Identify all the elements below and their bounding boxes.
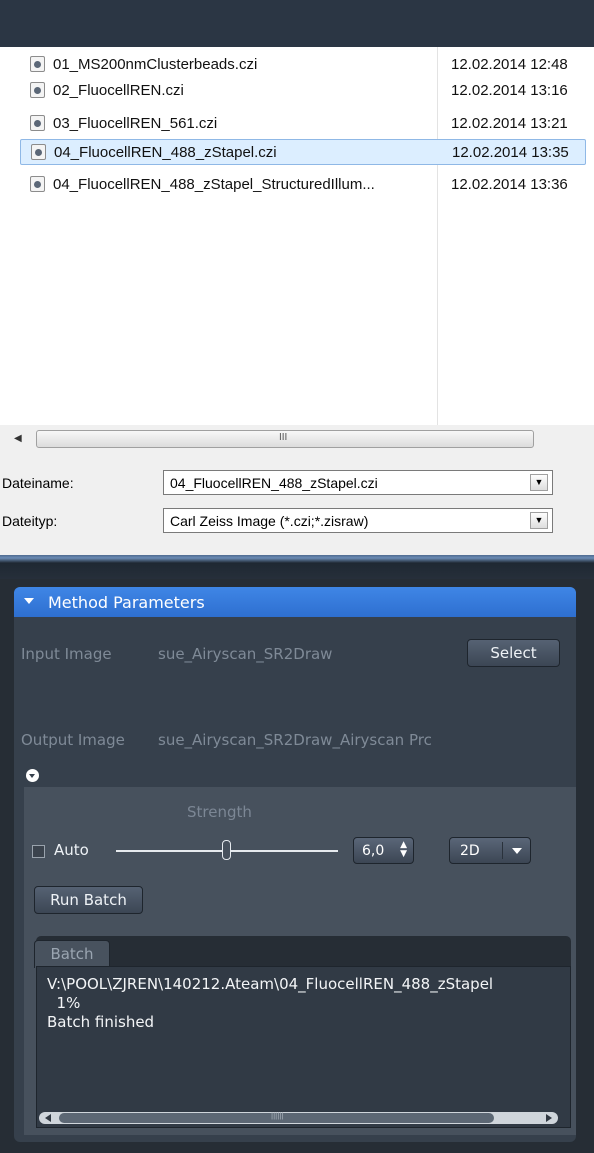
processing-settings: Strength Auto 6,0 ▲ ▼ 2D Run Batch Batch … bbox=[24, 787, 576, 1135]
filetype-select[interactable]: Carl Zeiss Image (*.czi;*.zisraw) ▼ bbox=[163, 508, 553, 533]
hscroll-grip: III bbox=[279, 432, 288, 443]
output-image-label: Output Image bbox=[21, 731, 125, 749]
run-batch-button[interactable]: Run Batch bbox=[34, 886, 143, 914]
file-row-selected[interactable]: 04_FluocellREN_488_zStapel.czi 12.02.201… bbox=[20, 139, 586, 165]
spin-arrows-icon[interactable]: ▲ ▼ bbox=[400, 841, 407, 859]
czi-file-icon bbox=[30, 115, 45, 131]
filetype-label: Dateityp: bbox=[2, 513, 58, 529]
scroll-right-arrow-icon[interactable] bbox=[546, 1114, 552, 1122]
strength-label: Strength bbox=[187, 803, 252, 821]
strength-value: 6,0 bbox=[362, 843, 385, 859]
czi-file-icon bbox=[30, 176, 45, 192]
tab-batch[interactable]: Batch bbox=[34, 940, 110, 968]
file-form: Dateiname: 04_FluocellREN_488_zStapel.cz… bbox=[0, 454, 594, 555]
file-name: 04_FluocellREN_488_zStapel_StructuredIll… bbox=[53, 176, 375, 193]
select-separator bbox=[502, 842, 503, 859]
file-row[interactable]: 01_MS200nmClusterbeads.czi 12.02.2014 12… bbox=[20, 52, 586, 78]
auto-label: Auto bbox=[54, 841, 89, 859]
file-date: 12.02.2014 12:48 bbox=[451, 56, 568, 73]
hscroll-thumb[interactable]: III bbox=[36, 430, 534, 448]
output-image-value: sue_Airyscan_SR2Draw_Airyscan Prc bbox=[158, 731, 432, 749]
window-divider bbox=[0, 555, 594, 579]
auto-checkbox[interactable] bbox=[32, 845, 45, 858]
filename-value: 04_FluocellREN_488_zStapel.czi bbox=[170, 475, 378, 491]
filename-label: Dateiname: bbox=[2, 475, 74, 491]
filetype-value: Carl Zeiss Image (*.czi;*.zisraw) bbox=[170, 513, 369, 529]
log-hscrollbar[interactable]: |||||| bbox=[39, 1111, 558, 1124]
batch-log-box[interactable]: V:\POOL\ZJREN\140212.Ateam\04_FluocellRE… bbox=[36, 966, 571, 1128]
collapse-section-icon[interactable] bbox=[26, 769, 39, 782]
file-name: 01_MS200nmClusterbeads.czi bbox=[53, 56, 258, 73]
file-row[interactable]: 03_FluocellREN_561.czi 12.02.2014 13:21 bbox=[20, 111, 586, 137]
method-parameters-panel: Method Parameters Input Image sue_Airysc… bbox=[14, 587, 576, 1142]
dimension-value: 2D bbox=[460, 843, 480, 859]
file-row[interactable]: 02_FluocellREN.czi 12.02.2014 13:16 bbox=[20, 78, 586, 104]
file-date: 12.02.2014 13:36 bbox=[451, 176, 568, 193]
file-date: 12.02.2014 13:35 bbox=[452, 144, 569, 161]
file-list-hscrollbar[interactable]: ◀ III bbox=[0, 425, 594, 454]
method-parameters-title: Method Parameters bbox=[48, 593, 205, 612]
input-image-label: Input Image bbox=[21, 645, 112, 663]
file-name: 03_FluocellREN_561.czi bbox=[53, 115, 218, 132]
log-hscroll-thumb[interactable]: |||||| bbox=[59, 1111, 494, 1123]
strength-spinbox[interactable]: 6,0 ▲ ▼ bbox=[353, 837, 414, 864]
filename-combobox[interactable]: 04_FluocellREN_488_zStapel.czi ▼ bbox=[163, 470, 553, 495]
scroll-left-arrow-icon[interactable]: ◀ bbox=[14, 433, 22, 444]
input-image-value: sue_Airyscan_SR2Draw bbox=[158, 645, 333, 663]
file-date: 12.02.2014 13:21 bbox=[451, 115, 568, 132]
scroll-grip-icon: |||||| bbox=[271, 1111, 284, 1120]
file-row[interactable]: 04_FluocellREN_488_zStapel_StructuredIll… bbox=[20, 172, 586, 198]
czi-file-icon bbox=[30, 56, 45, 72]
zen-panel-background: Method Parameters Input Image sue_Airysc… bbox=[0, 579, 594, 1153]
tab-bar bbox=[36, 936, 571, 966]
strength-slider-thumb[interactable] bbox=[222, 840, 231, 860]
czi-file-icon bbox=[31, 144, 46, 160]
dropdown-arrow-icon[interactable]: ▼ bbox=[530, 474, 548, 491]
czi-file-icon bbox=[30, 82, 45, 98]
expand-triangle-icon bbox=[24, 598, 34, 604]
dropdown-arrow-icon[interactable]: ▼ bbox=[530, 512, 548, 529]
dialog-title-bar bbox=[0, 0, 594, 47]
select-button[interactable]: Select bbox=[467, 639, 560, 667]
file-name: 04_FluocellREN_488_zStapel.czi bbox=[54, 144, 277, 161]
scroll-left-arrow-icon[interactable] bbox=[45, 1114, 51, 1122]
dimension-select[interactable]: 2D bbox=[449, 837, 531, 864]
chevron-down-icon bbox=[512, 848, 522, 854]
method-parameters-header[interactable]: Method Parameters bbox=[14, 587, 576, 617]
file-name: 02_FluocellREN.czi bbox=[53, 82, 184, 99]
batch-log-text: V:\POOL\ZJREN\140212.Ateam\04_FluocellRE… bbox=[47, 975, 494, 1031]
file-date: 12.02.2014 13:16 bbox=[451, 82, 568, 99]
